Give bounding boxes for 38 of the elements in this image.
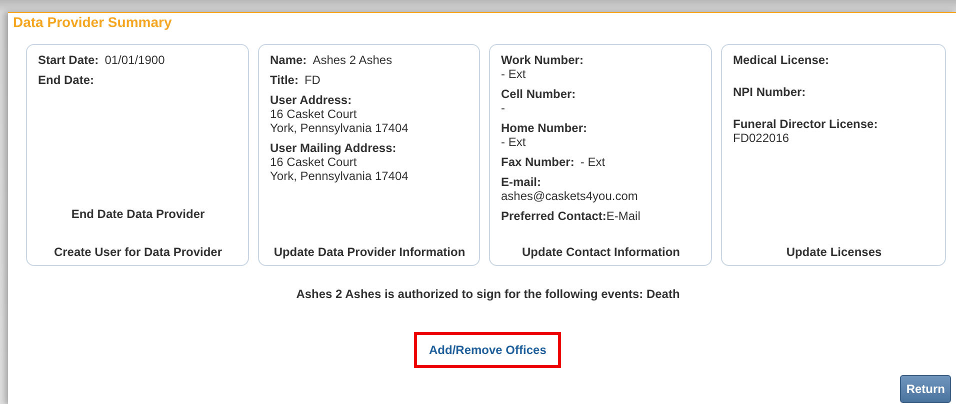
field-value: FD022016 bbox=[733, 131, 790, 145]
field-label: Start Date: bbox=[38, 53, 99, 67]
field-label: Medical License: bbox=[733, 53, 830, 67]
field-value: E-Mail bbox=[606, 209, 640, 223]
field-label: End Date: bbox=[38, 73, 94, 87]
authorization-text: Ashes 2 Ashes is authorized to sign for the following events: Death bbox=[296, 287, 680, 301]
field-label: User Address: bbox=[270, 93, 353, 107]
field-value: FD bbox=[304, 73, 320, 87]
action-link[interactable]: Update Licenses bbox=[786, 245, 882, 259]
field-label: Preferred Contact: bbox=[501, 209, 606, 223]
field-value: ashes@caskets4you.com bbox=[501, 189, 639, 203]
field-label: Cell Number: bbox=[501, 87, 577, 101]
return-button[interactable]: Return bbox=[900, 375, 951, 403]
field-label: Work Number: bbox=[501, 53, 584, 67]
field-label: Title: bbox=[270, 73, 298, 87]
field-label: User Mailing Address: bbox=[270, 141, 398, 155]
field-value: - Ext bbox=[580, 155, 606, 169]
field-value: 16 Casket Court bbox=[270, 155, 358, 169]
offices-link[interactable]: Add/Remove Offices bbox=[414, 332, 562, 368]
field-value: - bbox=[501, 101, 506, 115]
field-value: York, Pennsylvania 17404 bbox=[270, 121, 410, 135]
page-title: Data Provider Summary bbox=[12, 13, 172, 30]
action-link[interactable]: Create User for Data Provider bbox=[54, 245, 222, 259]
action-link[interactable]: End Date Data Provider bbox=[71, 207, 205, 221]
field-label: Home Number: bbox=[501, 121, 588, 135]
field-label: NPI Number: bbox=[733, 85, 806, 99]
field-value: 01/01/1900 bbox=[104, 53, 165, 67]
field-value: Ashes 2 Ashes bbox=[312, 53, 392, 67]
field-label: Fax Number: bbox=[501, 155, 574, 169]
action-link[interactable]: Update Contact Information bbox=[522, 245, 680, 259]
field-value: - Ext bbox=[501, 67, 527, 81]
field-label: E-mail: bbox=[501, 175, 542, 189]
action-link[interactable]: Update Data Provider Information bbox=[274, 245, 466, 259]
field-value: - Ext bbox=[501, 135, 527, 149]
field-label: Funeral Director License: bbox=[733, 117, 879, 131]
field-value: York, Pennsylvania 17404 bbox=[270, 169, 410, 183]
field-label: Name: bbox=[270, 53, 307, 67]
field-value: 16 Casket Court bbox=[270, 107, 358, 121]
